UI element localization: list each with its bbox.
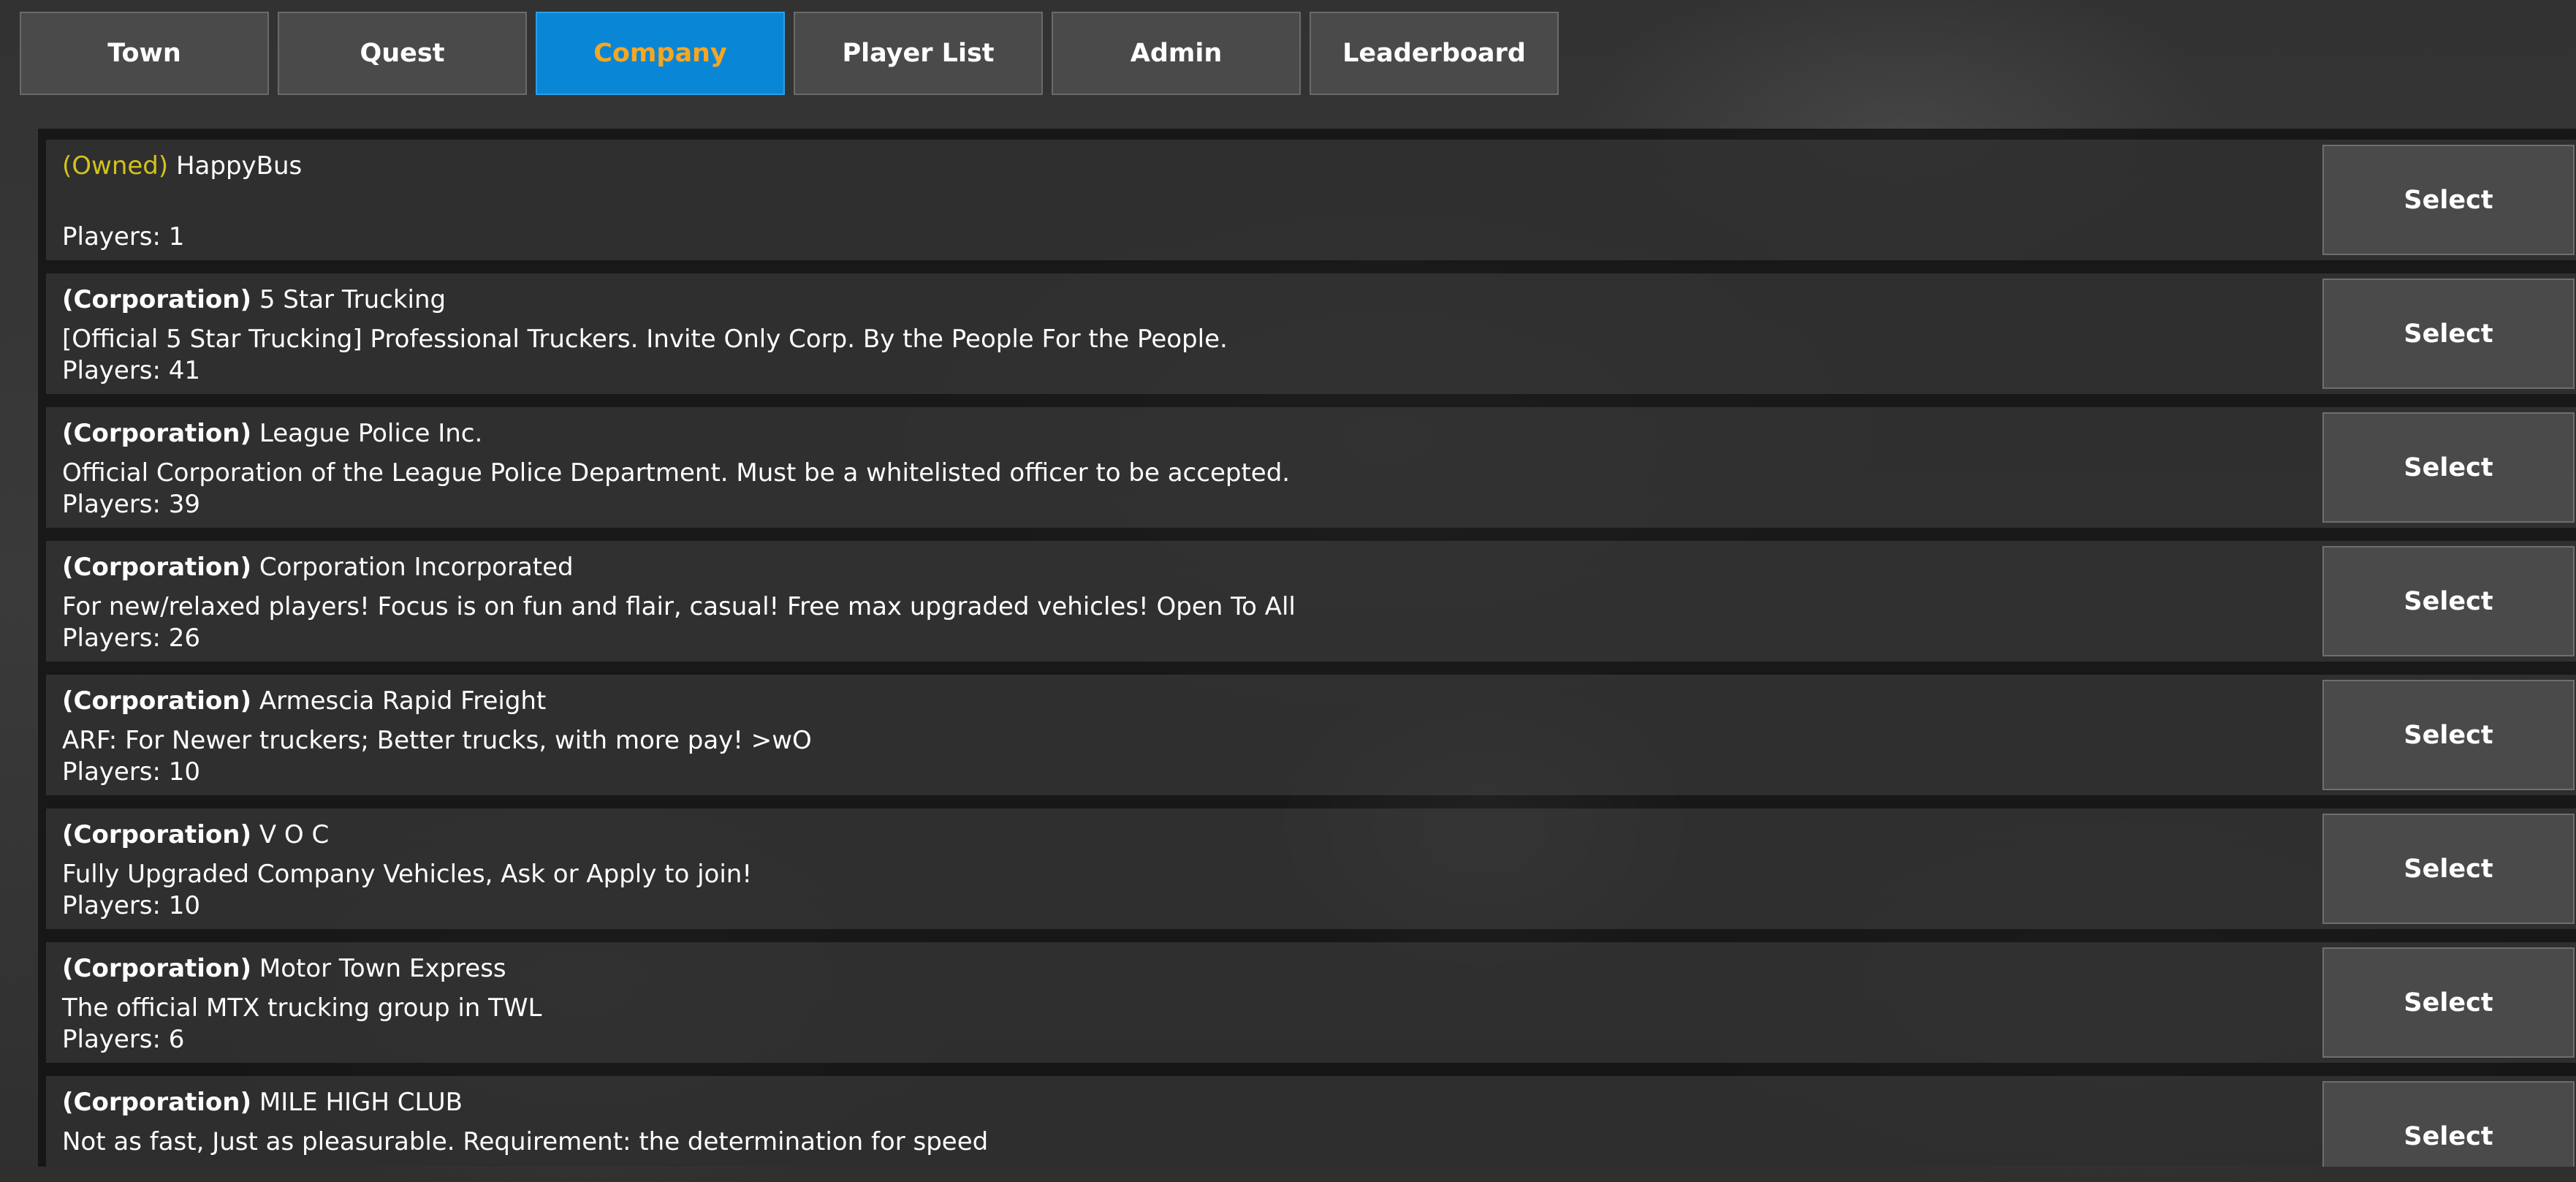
select-company-button[interactable]: Select (2322, 680, 2575, 790)
company-title: (Corporation) 5 Star Trucking (62, 285, 446, 314)
company-row-voc: (Corporation) V O C Fully Upgraded Compa… (46, 808, 2576, 929)
company-name: League Police Inc. (259, 419, 483, 448)
corporation-tag: (Corporation) (62, 553, 252, 582)
company-description: The official MTX trucking group in TWL (62, 993, 542, 1023)
select-company-button[interactable]: Select (2322, 947, 2575, 1058)
company-name: Corporation Incorporated (259, 553, 574, 582)
company-info: (Corporation) Armescia Rapid Freight ARF… (62, 675, 2328, 795)
owned-tag: (Owned) (62, 151, 169, 181)
company-name: HappyBus (175, 151, 303, 181)
select-company-button[interactable]: Select (2322, 546, 2575, 656)
company-title: (Corporation) Motor Town Express (62, 954, 506, 983)
main-tab-bar: Town Quest Company Player List Admin Lea… (20, 12, 1559, 95)
company-row-5-star-trucking: (Corporation) 5 Star Trucking [Official … (46, 273, 2576, 394)
company-row-happybus: (Owned) HappyBus Players: 1 Select (46, 140, 2576, 260)
corporation-tag: (Corporation) (62, 1088, 252, 1117)
company-row-mile-high-club: (Corporation) MILE HIGH CLUB Not as fast… (46, 1076, 2576, 1167)
company-title: (Corporation) V O C (62, 820, 329, 849)
select-company-button[interactable]: Select (2322, 279, 2575, 389)
company-row-armescia-rapid-freight: (Corporation) Armescia Rapid Freight ARF… (46, 675, 2576, 795)
company-info: (Corporation) V O C Fully Upgraded Compa… (62, 808, 2328, 929)
company-player-count: Players: 10 (62, 757, 201, 787)
company-player-count: Players: 1 (62, 222, 185, 251)
company-info: (Corporation) Motor Town Express The off… (62, 942, 2328, 1063)
company-row-corporation-incorporated: (Corporation) Corporation Incorporated F… (46, 541, 2576, 662)
company-player-count: Players: 6 (62, 1025, 185, 1054)
company-info: (Owned) HappyBus Players: 1 (62, 140, 2328, 260)
company-name: Armescia Rapid Freight (259, 686, 547, 716)
corporation-tag: (Corporation) (62, 419, 252, 448)
corporation-tag: (Corporation) (62, 285, 252, 314)
tab-quest[interactable]: Quest (278, 12, 527, 95)
select-company-button[interactable]: Select (2322, 412, 2575, 523)
company-description: Not as fast, Just as pleasurable. Requir… (62, 1127, 989, 1156)
select-company-button[interactable]: Select (2322, 1081, 2575, 1167)
company-title: (Corporation) Armescia Rapid Freight (62, 686, 546, 716)
corporation-tag: (Corporation) (62, 686, 252, 716)
company-list[interactable]: (Owned) HappyBus Players: 1 Select (Corp… (38, 129, 2576, 1167)
company-description: ARF: For Newer truckers; Better trucks, … (62, 726, 812, 755)
company-player-count: Players: 41 (62, 356, 201, 385)
corporation-tag: (Corporation) (62, 954, 252, 983)
company-title: (Owned) HappyBus (62, 151, 302, 181)
company-name: V O C (259, 820, 330, 849)
company-title: (Corporation) Corporation Incorporated (62, 553, 574, 582)
tab-player-list[interactable]: Player List (794, 12, 1043, 95)
tab-town[interactable]: Town (20, 12, 269, 95)
company-description: For new/relaxed players! Focus is on fun… (62, 592, 1296, 621)
tab-admin[interactable]: Admin (1052, 12, 1301, 95)
tab-leaderboard[interactable]: Leaderboard (1310, 12, 1559, 95)
company-row-league-police: (Corporation) League Police Inc. Officia… (46, 407, 2576, 528)
company-description: [Official 5 Star Trucking] Professional … (62, 325, 1228, 354)
company-info: (Corporation) Corporation Incorporated F… (62, 541, 2328, 662)
company-name: 5 Star Trucking (259, 285, 447, 314)
company-name: MILE HIGH CLUB (259, 1088, 463, 1117)
company-description: Official Corporation of the League Polic… (62, 458, 1291, 488)
company-info: (Corporation) MILE HIGH CLUB Not as fast… (62, 1076, 2328, 1167)
company-player-count: Players: 39 (62, 490, 201, 519)
company-description: Fully Upgraded Company Vehicles, Ask or … (62, 860, 752, 889)
select-company-button[interactable]: Select (2322, 145, 2575, 255)
company-info: (Corporation) 5 Star Trucking [Official … (62, 273, 2328, 394)
company-player-count: Players: 26 (62, 624, 201, 653)
company-player-count: Players: 10 (62, 891, 201, 920)
company-title: (Corporation) League Police Inc. (62, 419, 482, 448)
company-name: Motor Town Express (259, 954, 506, 983)
company-row-motor-town-express: (Corporation) Motor Town Express The off… (46, 942, 2576, 1063)
select-company-button[interactable]: Select (2322, 814, 2575, 924)
company-info: (Corporation) League Police Inc. Officia… (62, 407, 2328, 528)
company-title: (Corporation) MILE HIGH CLUB (62, 1088, 463, 1117)
tab-company[interactable]: Company (536, 12, 785, 95)
corporation-tag: (Corporation) (62, 820, 252, 849)
